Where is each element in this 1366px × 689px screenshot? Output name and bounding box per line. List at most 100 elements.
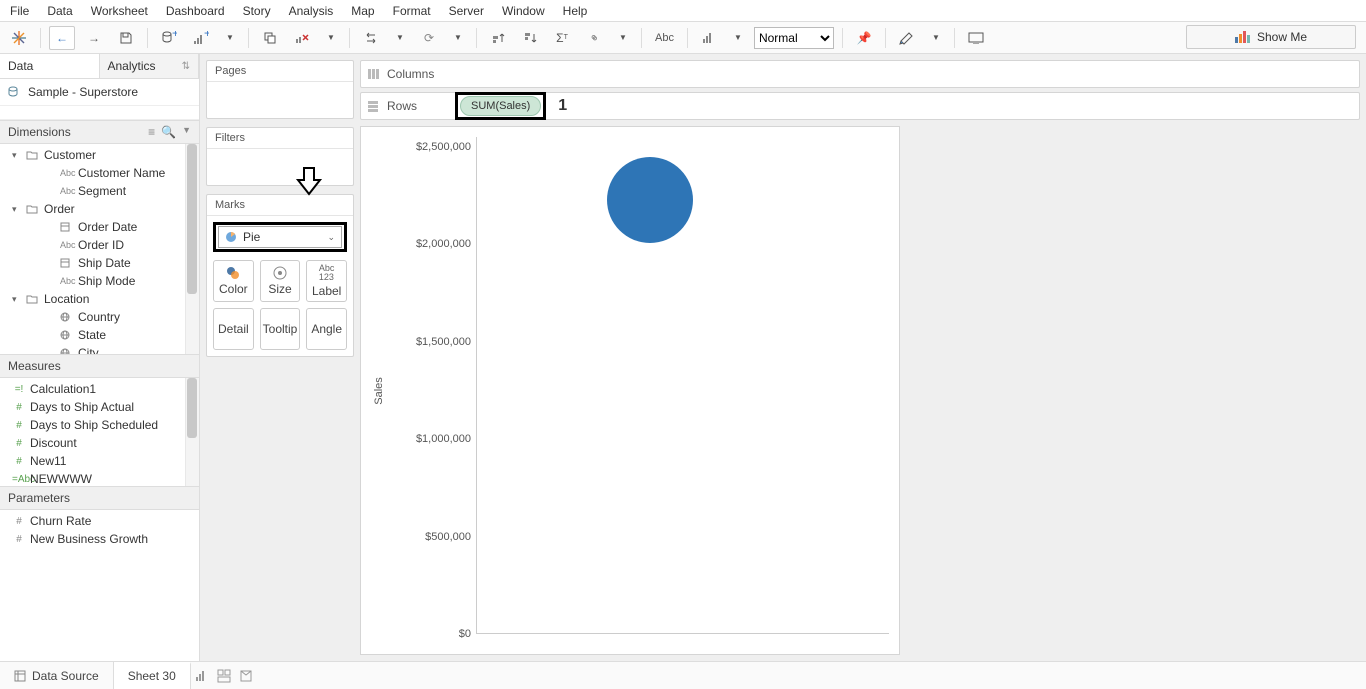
pin-button[interactable]: 📌	[851, 26, 877, 50]
field-order-date[interactable]: Order Date	[4, 218, 199, 236]
columns-shelf[interactable]: Columns	[360, 60, 1360, 88]
refresh-dropdown[interactable]: ▼	[448, 26, 468, 50]
new-datasource-button[interactable]: +	[156, 26, 182, 50]
field-discount[interactable]: #Discount	[4, 434, 199, 452]
tooltip-button[interactable]: Tooltip	[260, 308, 301, 350]
shelf-column: Pages Filters Marks	[200, 54, 360, 661]
sort-asc-button[interactable]	[485, 26, 511, 50]
param-new-business-growth[interactable]: #New Business Growth	[4, 530, 199, 548]
show-me-button[interactable]: Show Me	[1186, 25, 1356, 49]
show-me-icon	[1235, 31, 1251, 43]
swap-dropdown[interactable]: ▼	[390, 26, 410, 50]
angle-button[interactable]: Angle	[306, 308, 347, 350]
dim-search-icon[interactable]: 🔍	[161, 125, 176, 139]
back-button[interactable]: ←	[49, 26, 75, 50]
clear-button[interactable]	[289, 26, 315, 50]
show-labels-button[interactable]: Abc	[650, 26, 679, 50]
new-sheet-button[interactable]	[191, 669, 213, 683]
field-ship-date[interactable]: Ship Date	[4, 254, 199, 272]
field-calculation1[interactable]: =!Calculation1	[4, 380, 199, 398]
menu-help[interactable]: Help	[563, 4, 588, 18]
field-segment[interactable]: AbcSegment	[4, 182, 199, 200]
y-tick: $2,000,000	[401, 238, 471, 250]
menu-worksheet[interactable]: Worksheet	[91, 4, 148, 18]
toolbar: ← → + + ▼ ▼ ▼ ⟳ ▼ ΣT ⚭ ▼ Abc ▼ Normal 📌	[0, 22, 1366, 54]
field-new11[interactable]: #New11	[4, 452, 199, 470]
y-tick: $1,500,000	[401, 336, 471, 348]
menu-analysis[interactable]: Analysis	[289, 4, 334, 18]
dimensions-scrollbar[interactable]	[185, 144, 199, 354]
measures-scrollbar[interactable]	[185, 378, 199, 486]
duplicate-button[interactable]	[257, 26, 283, 50]
chevron-down-icon: ⌄	[327, 232, 335, 243]
dim-view-icon[interactable]: ≡	[148, 125, 155, 139]
menu-window[interactable]: Window	[502, 4, 545, 18]
rows-shelf[interactable]: Rows SUM(Sales) 1	[360, 92, 1360, 120]
field-order[interactable]: ▾Order	[4, 200, 199, 218]
color-button[interactable]: Color	[213, 260, 254, 302]
highlight-dropdown[interactable]: ▼	[926, 26, 946, 50]
dim-menu-icon[interactable]: ▼	[182, 125, 191, 139]
field-city[interactable]: City	[4, 344, 199, 354]
menu-file[interactable]: File	[10, 4, 29, 18]
pie-mark[interactable]	[607, 157, 693, 243]
sort-desc-button[interactable]	[517, 26, 543, 50]
field-customer[interactable]: ▾Customer	[4, 146, 199, 164]
new-worksheet-dropdown[interactable]: ▼	[220, 26, 240, 50]
menu-map[interactable]: Map	[351, 4, 374, 18]
presentation-button[interactable]	[963, 26, 989, 50]
swap-button[interactable]	[358, 26, 384, 50]
annotation-1: 1	[558, 97, 567, 115]
datasource-row[interactable]: Sample - Superstore	[0, 79, 199, 106]
pie-icon	[225, 231, 237, 243]
field-ship-mode[interactable]: AbcShip Mode	[4, 272, 199, 290]
field-days-to-ship-scheduled[interactable]: #Days to Ship Scheduled	[4, 416, 199, 434]
highlight-button[interactable]	[894, 26, 920, 50]
field-order-id[interactable]: AbcOrder ID	[4, 236, 199, 254]
field-customer-name[interactable]: AbcCustomer Name	[4, 164, 199, 182]
new-dashboard-button[interactable]	[213, 669, 235, 683]
field-country[interactable]: Country	[4, 308, 199, 326]
param-churn-rate[interactable]: #Churn Rate	[4, 512, 199, 530]
field-newwww[interactable]: =AbcNEWWWW	[4, 470, 199, 486]
filters-title: Filters	[207, 128, 353, 149]
attach-button[interactable]: ⚭	[576, 20, 611, 55]
field-days-to-ship-actual[interactable]: #Days to Ship Actual	[4, 398, 199, 416]
sheet-tab[interactable]: Sheet 30	[114, 662, 191, 689]
visualization-pane[interactable]: Sales $2,500,000$2,000,000$1,500,000$1,0…	[360, 126, 900, 655]
clear-dropdown[interactable]: ▼	[321, 26, 341, 50]
save-button[interactable]	[113, 26, 139, 50]
new-story-button[interactable]	[235, 669, 257, 683]
refresh-button[interactable]: ⟳	[416, 26, 442, 50]
analytics-tab[interactable]: Analytics⇅	[100, 54, 200, 78]
rows-icon	[367, 100, 379, 112]
menu-data[interactable]: Data	[47, 4, 72, 18]
new-worksheet-button[interactable]: +	[188, 26, 214, 50]
filters-card[interactable]: Filters	[206, 127, 354, 186]
datasource-tab-icon	[14, 670, 26, 682]
menu-format[interactable]: Format	[393, 4, 431, 18]
totals-button[interactable]: ΣT	[549, 26, 575, 50]
color-icon	[226, 266, 240, 280]
fit-dropdown-icon[interactable]: ▼	[728, 26, 748, 50]
columns-label: Columns	[387, 67, 447, 81]
menu-server[interactable]: Server	[449, 4, 484, 18]
fit-select[interactable]: Normal	[754, 27, 834, 49]
sum-sales-pill[interactable]: SUM(Sales)	[460, 96, 541, 116]
parameters-header: Parameters	[0, 486, 199, 510]
detail-button[interactable]: Detail	[213, 308, 254, 350]
menu-dashboard[interactable]: Dashboard	[166, 4, 225, 18]
field-location[interactable]: ▾Location	[4, 290, 199, 308]
mark-type-select[interactable]: Pie ⌄	[218, 226, 342, 248]
fit-button[interactable]	[696, 26, 722, 50]
attach-dropdown[interactable]: ▼	[613, 26, 633, 50]
forward-button[interactable]: →	[81, 26, 107, 50]
data-tab[interactable]: Data	[0, 54, 100, 78]
pages-card[interactable]: Pages	[206, 60, 354, 119]
tableau-logo-icon[interactable]	[6, 26, 32, 50]
datasource-tab[interactable]: Data Source	[0, 662, 114, 689]
field-state[interactable]: State	[4, 326, 199, 344]
size-button[interactable]: Size	[260, 260, 301, 302]
menu-story[interactable]: Story	[243, 4, 271, 18]
label-button[interactable]: Abc123Label	[306, 260, 347, 302]
